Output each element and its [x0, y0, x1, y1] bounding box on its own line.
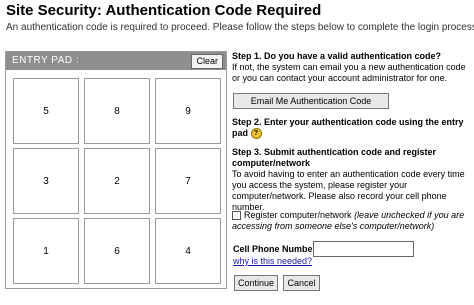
help-icon[interactable]: ? [250, 128, 262, 140]
keypad-key[interactable]: 6 [84, 218, 150, 284]
keypad-key[interactable]: 5 [13, 78, 79, 144]
entry-pad-title: ENTRY PAD : [12, 55, 80, 66]
step1-section: Step 1. Do you have a valid authenticati… [232, 51, 470, 84]
entry-pad: ENTRY PAD : Clear 5 8 9 3 2 7 1 6 4 [5, 51, 227, 289]
page-title: Site Security: Authentication Code Requi… [6, 2, 322, 19]
email-code-button[interactable]: Email Me Authentication Code [233, 93, 389, 109]
phone-input[interactable] [313, 241, 414, 257]
step2-section: Step 2. Enter your authentication code u… [232, 117, 470, 140]
page-subtitle: An authentication code is required to pr… [6, 22, 474, 33]
phone-label: Cell Phone Number [233, 244, 317, 254]
keypad-key[interactable]: 7 [155, 148, 221, 214]
register-label: Register computer/network [244, 210, 352, 220]
step2-heading: Step 2. Enter your authentication code u… [232, 117, 464, 138]
continue-button[interactable]: Continue [234, 275, 278, 291]
keypad-key[interactable]: 9 [155, 78, 221, 144]
keypad-key[interactable]: 8 [84, 78, 150, 144]
why-needed-link[interactable]: why is this needed? [233, 256, 312, 266]
keypad-key[interactable]: 4 [155, 218, 221, 284]
cancel-button[interactable]: Cancel [283, 275, 320, 291]
keypad-key[interactable]: 2 [84, 148, 150, 214]
register-option: Register computer/network (leave uncheck… [232, 210, 470, 232]
step3-section: Step 3. Submit authentication code and r… [232, 147, 470, 213]
entry-pad-header: ENTRY PAD : Clear [6, 52, 226, 70]
step1-body: If not, the system can email you a new a… [232, 62, 466, 83]
step3-body: To avoid having to enter an authenticati… [232, 169, 465, 212]
keypad-grid: 5 8 9 3 2 7 1 6 4 [13, 78, 221, 284]
clear-button[interactable]: Clear [191, 54, 223, 69]
step1-heading: Step 1. Do you have a valid authenticati… [232, 51, 442, 61]
keypad-key[interactable]: 1 [13, 218, 79, 284]
register-checkbox[interactable] [232, 211, 241, 221]
step3-heading: Step 3. Submit authentication code and r… [232, 147, 437, 168]
keypad-key[interactable]: 3 [13, 148, 79, 214]
